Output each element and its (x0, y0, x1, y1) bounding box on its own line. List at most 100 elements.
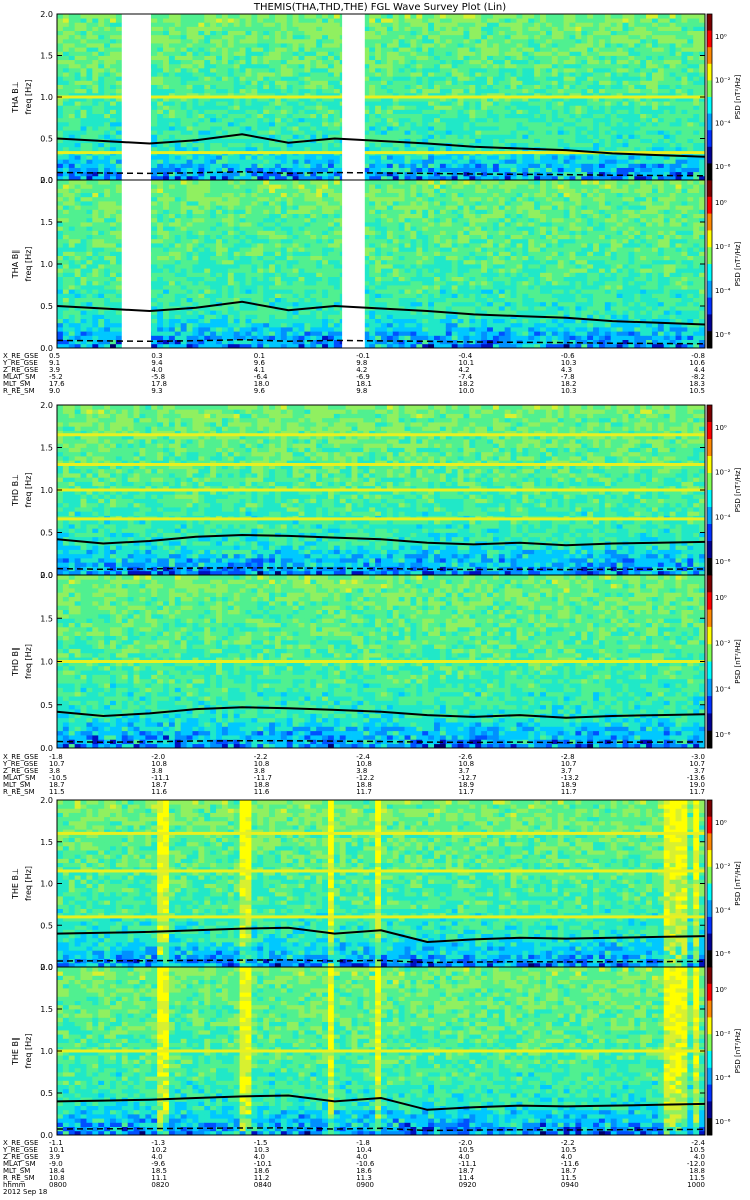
spectrogram-cell (481, 31, 487, 36)
spectrogram-cell (499, 118, 505, 123)
spectrogram-cell (564, 118, 570, 123)
spectrogram-cell (422, 80, 428, 85)
spectrogram-cell (399, 122, 405, 127)
spectrogram-cell (434, 155, 440, 160)
spectrogram-cell (499, 134, 505, 139)
spectrogram-cell (546, 114, 552, 119)
spectrogram-cell (399, 101, 405, 106)
spectrogram-cell (104, 214, 110, 219)
spectrogram-cell (322, 35, 328, 40)
spectrogram-cell (452, 64, 458, 69)
spectrogram-cell (511, 68, 517, 73)
spectrogram-cell (593, 39, 599, 44)
spectrogram-cell (687, 105, 693, 110)
spectrogram-cell (92, 22, 98, 27)
spectrogram-cell (664, 43, 670, 48)
spectrogram-cell (98, 319, 104, 324)
spectrogram-cell (369, 68, 375, 73)
spectrogram-cell (540, 31, 546, 36)
spectrogram-cell (75, 130, 81, 135)
spectrogram-cell (546, 80, 552, 85)
spectrogram-cell (92, 251, 98, 256)
spectrogram-cell (511, 60, 517, 65)
spectrogram-cell (623, 18, 629, 23)
spectrogram-cell (664, 139, 670, 144)
spectrogram-cell (623, 39, 629, 44)
spectrogram-cell (581, 85, 587, 90)
spectrogram-cell (116, 80, 122, 85)
spectrogram-cell (69, 272, 75, 277)
spectrogram-cell (570, 118, 576, 123)
spectrogram-cell (564, 134, 570, 139)
spectrogram-cell (416, 64, 422, 69)
spectrogram-cell (611, 80, 617, 85)
spectrogram-cell (104, 319, 110, 324)
spectrogram-cell (416, 47, 422, 52)
spectrogram-cell (381, 22, 387, 27)
spectrogram-cell (481, 60, 487, 65)
spectrogram-cell (381, 159, 387, 164)
spectrogram-cell (304, 68, 310, 73)
spectrogram-cell (222, 51, 228, 56)
spectrogram-cell (452, 159, 458, 164)
spectrogram-cell (216, 51, 222, 56)
spectrogram-cell (293, 126, 299, 131)
spectrogram-cell (110, 126, 116, 131)
spectrogram-cell (57, 247, 63, 252)
spectrogram-cell (387, 26, 393, 31)
spectrogram-cell (552, 101, 558, 106)
spectrogram-cell (564, 76, 570, 81)
spectrogram-cell (469, 168, 475, 173)
spectrogram-cell (157, 134, 163, 139)
spectrogram-cell (581, 22, 587, 27)
spectrogram-cell (387, 114, 393, 119)
spectrogram-cell (487, 47, 493, 52)
spectrogram-cell (493, 76, 499, 81)
spectrogram-cell (157, 39, 163, 44)
spectrogram-cell (75, 193, 81, 198)
spectrogram-cell (92, 335, 98, 340)
spectrogram-cell (522, 105, 528, 110)
spectrogram-cell (681, 35, 687, 40)
spectrogram-cell (634, 139, 640, 144)
spectrogram-cell (687, 64, 693, 69)
spectrogram-cell (222, 118, 228, 123)
spectrogram-cell (246, 122, 252, 127)
spectrogram-cell (263, 64, 269, 69)
spectrogram-cell (564, 72, 570, 77)
spectrogram-cell (664, 118, 670, 123)
spectrogram-cell (216, 122, 222, 127)
spectrogram-cell (452, 155, 458, 160)
spectrogram-cell (110, 180, 116, 185)
spectrogram-cell (334, 147, 340, 152)
spectrogram-cell (86, 335, 92, 340)
spectrogram-cell (234, 118, 240, 123)
spectrogram-cell (110, 277, 116, 282)
spectrogram-cell (163, 47, 169, 52)
spectrogram-cell (552, 14, 558, 19)
spectrogram-cell (623, 22, 629, 27)
spectrogram-cell (257, 39, 263, 44)
spectrogram-cell (293, 26, 299, 31)
spectrogram-cell (86, 193, 92, 198)
spectrogram-cell (75, 51, 81, 56)
spectrogram-cell (240, 14, 246, 19)
spectrogram-cell (257, 72, 263, 77)
spectrogram-cell (611, 130, 617, 135)
spectrogram-cell (57, 109, 63, 114)
spectrogram-cell (634, 31, 640, 36)
spectrogram-cell (98, 43, 104, 48)
spectrogram-cell (116, 277, 122, 282)
spectrogram-cell (475, 122, 481, 127)
spectrogram-cell (116, 85, 122, 90)
spectrogram-cell (475, 35, 481, 40)
spectrogram-cell (251, 47, 257, 52)
spectrogram-cell (481, 22, 487, 27)
spectrogram-cell (204, 72, 210, 77)
spectrogram-cell (570, 26, 576, 31)
spectrogram-cell (75, 180, 81, 185)
spectrogram-cell (187, 56, 193, 61)
spectrogram-cell (57, 209, 63, 214)
spectrogram-cell (181, 89, 187, 94)
spectrogram-cell (257, 101, 263, 106)
